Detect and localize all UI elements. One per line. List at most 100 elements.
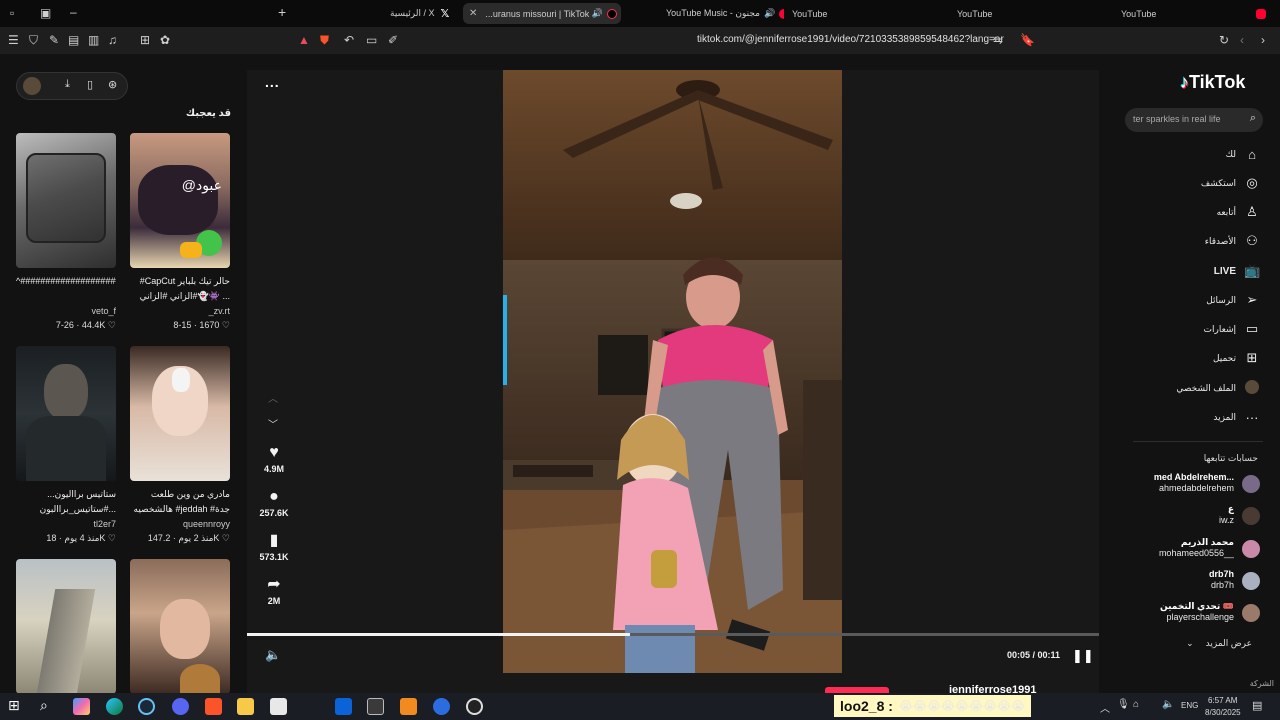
search-box[interactable]: ter sparkles in real life ⌕ <box>1125 108 1263 132</box>
download-icon[interactable]: ⤓ <box>65 78 70 91</box>
panel-icon[interactable]: ▥ <box>88 33 99 47</box>
outlook-icon[interactable] <box>335 698 352 715</box>
brave-shields-icon[interactable]: ⛊ <box>320 33 329 47</box>
video-author[interactable]: tl2er7 <box>16 517 116 531</box>
tray-chevron-icon[interactable]: ︿ <box>1100 700 1110 715</box>
phone-icon[interactable]: ▯ <box>87 78 93 91</box>
brave-icon[interactable] <box>205 698 222 715</box>
store-icon[interactable] <box>270 698 287 715</box>
see-more-link[interactable]: ⌄ عرض المزيد <box>1186 638 1252 649</box>
video-thumbnail[interactable] <box>16 559 116 693</box>
search-icon[interactable]: ⌕ <box>40 697 57 714</box>
search-input[interactable]: ter sparkles in real life <box>1133 114 1243 124</box>
tab-youtube-3[interactable]: YouTube <box>1121 3 1280 24</box>
nav-more[interactable]: المزيد ··· <box>1213 408 1260 426</box>
microphone-icon[interactable]: 🎙 <box>1117 699 1130 710</box>
bookmark-icon[interactable]: 🔖 <box>1020 33 1035 47</box>
tab-tiktok[interactable]: ✕ ...uranus missouri | TikTok 🔊 <box>463 3 621 24</box>
video-author[interactable]: veto_f <box>16 304 116 318</box>
tab-x[interactable]: الرئيسية / X 𝕏 <box>390 3 460 24</box>
language-indicator[interactable]: ENG <box>1181 701 1198 710</box>
window-menu-icon[interactable]: ▫ <box>10 6 14 20</box>
settings-icon[interactable]: ⊛ <box>108 78 117 91</box>
video-thumbnail[interactable] <box>16 133 116 268</box>
copilot-icon[interactable] <box>73 698 90 715</box>
back-icon[interactable]: ‹ <box>1240 33 1244 47</box>
pause-icon[interactable]: ❚❚ <box>1072 648 1094 664</box>
nav-profile[interactable]: الملف الشخصي <box>1176 379 1260 397</box>
edit-icon[interactable]: ✐ <box>388 33 398 47</box>
save-action[interactable]: ▮ 573.1K <box>259 532 289 562</box>
nav-upload[interactable]: تحميل ⊞ <box>1213 349 1260 367</box>
video-card[interactable]: مادري من وين طلعت هالشخصيه #jeddah #جدة … <box>130 346 230 545</box>
shield-icon[interactable]: ⛉ <box>29 33 38 47</box>
unity-icon[interactable] <box>367 698 384 715</box>
nav-friends[interactable]: الأصدقاء ⚇ <box>1205 232 1260 250</box>
obs-icon[interactable] <box>466 698 483 715</box>
volume-icon[interactable]: 🔈 <box>1162 699 1174 710</box>
video-author-name[interactable]: jenniferrose1991 <box>949 684 1036 693</box>
following-account[interactable]: med Abdelrehem... ahmedabdelrehem <box>1120 472 1260 496</box>
tab-youtube-music[interactable]: YouTube Music - مجنون 🔊 <box>666 3 784 24</box>
comment-action[interactable]: ● 257.6K <box>259 488 289 518</box>
progress-track[interactable] <box>247 633 1099 636</box>
nav-live[interactable]: LIVE 📺 <box>1214 262 1260 280</box>
volume-icon[interactable]: 🔈 <box>265 647 281 663</box>
bookmark-icon[interactable]: ▮ <box>259 532 289 550</box>
following-account[interactable]: تحدي التخمين 🎟️ playerschallenge <box>1120 601 1260 625</box>
forward-icon[interactable]: › <box>1261 33 1265 47</box>
video-card[interactable] <box>16 559 116 693</box>
start-icon[interactable]: ⊞ <box>8 697 25 714</box>
nav-messages[interactable]: الرسائل ➢ <box>1206 291 1260 309</box>
share-icon[interactable]: ➦ <box>259 576 289 594</box>
video-thumbnail[interactable] <box>130 346 230 481</box>
previous-video-icon[interactable]: ︿ <box>268 390 278 405</box>
like-action[interactable]: ♥ 4.9M <box>259 444 289 474</box>
steam-icon[interactable] <box>138 698 155 715</box>
url-bar[interactable]: tiktok.com/@jenniferrose1991/video/72103… <box>697 34 1004 45</box>
mute-tab-icon[interactable]: 🔊 <box>592 8 603 19</box>
screenshot-icon[interactable]: ⊞ <box>140 33 150 47</box>
share-action[interactable]: ➦ 2M <box>259 576 289 606</box>
pen-icon[interactable]: ✎ <box>49 33 59 47</box>
clock-time[interactable]: 6:57 AM <box>1208 696 1237 705</box>
tab-search-icon[interactable]: ▣ <box>40 6 51 20</box>
search-icon[interactable]: ⌕ <box>1250 112 1256 125</box>
file-explorer-icon[interactable] <box>237 698 254 715</box>
tab-youtube-2[interactable]: YouTube <box>957 3 1087 24</box>
video-card[interactable]: ستاتيس برااليون... #ستاتيس_براالبون... t… <box>16 346 116 545</box>
discord-icon[interactable] <box>172 698 189 715</box>
avatar[interactable] <box>23 77 41 95</box>
company-link[interactable]: الشركة <box>1250 679 1274 688</box>
brave-rewards-icon[interactable]: ▲ <box>298 33 310 47</box>
following-account[interactable]: ع iw.z <box>1120 504 1260 528</box>
heart-icon[interactable]: ♥ <box>259 444 289 462</box>
video-thumbnail[interactable] <box>16 346 116 481</box>
extensions-icon[interactable]: ✿ <box>160 33 170 47</box>
video-thumbnail[interactable]: @عبود <box>130 133 230 268</box>
notifications-icon[interactable]: ▤ <box>1252 699 1262 712</box>
video-card[interactable] <box>130 559 230 693</box>
next-video-icon[interactable]: ﹀ <box>268 416 278 431</box>
video-player[interactable]: ... ︿ ﹀ ♥ 4.9M ● 257.6K ▮ 573.1K ➦ 2M 🔈 … <box>247 70 1099 693</box>
history-icon[interactable]: ↶ <box>344 33 354 47</box>
music-icon[interactable]: ♫ <box>108 33 117 47</box>
cast-icon[interactable]: ▭ <box>366 33 377 47</box>
video-frame[interactable] <box>503 70 842 673</box>
tabs-icon[interactable]: ▤ <box>68 33 79 47</box>
video-card[interactable]: ^###############################... veto… <box>16 133 116 332</box>
nav-notifications[interactable]: إشعارات ▭ <box>1204 320 1260 338</box>
mute-tab-icon[interactable]: 🔊 <box>764 8 775 19</box>
reload-icon[interactable]: ↻ <box>1219 33 1229 47</box>
following-account[interactable]: محمد الذريم mohameed0556__ <box>1120 537 1260 561</box>
video-thumbnail[interactable] <box>130 559 230 693</box>
edge-icon[interactable] <box>106 698 123 715</box>
site-settings-icon[interactable]: ⇋ <box>993 33 1003 47</box>
comment-icon[interactable]: ● <box>259 488 289 506</box>
following-account[interactable]: drb7h drb7h <box>1120 569 1260 593</box>
sidebar-toggle-icon[interactable]: ☰ <box>8 33 19 47</box>
video-author[interactable]: queennroyy <box>130 517 230 531</box>
video-author[interactable]: _zv.rt <box>130 304 230 318</box>
video-card[interactable]: @عبود #CapCut حالر تيك بلباير #الزاني #ا… <box>130 133 230 332</box>
nav-explore[interactable]: استكشف ◎ <box>1201 174 1260 192</box>
